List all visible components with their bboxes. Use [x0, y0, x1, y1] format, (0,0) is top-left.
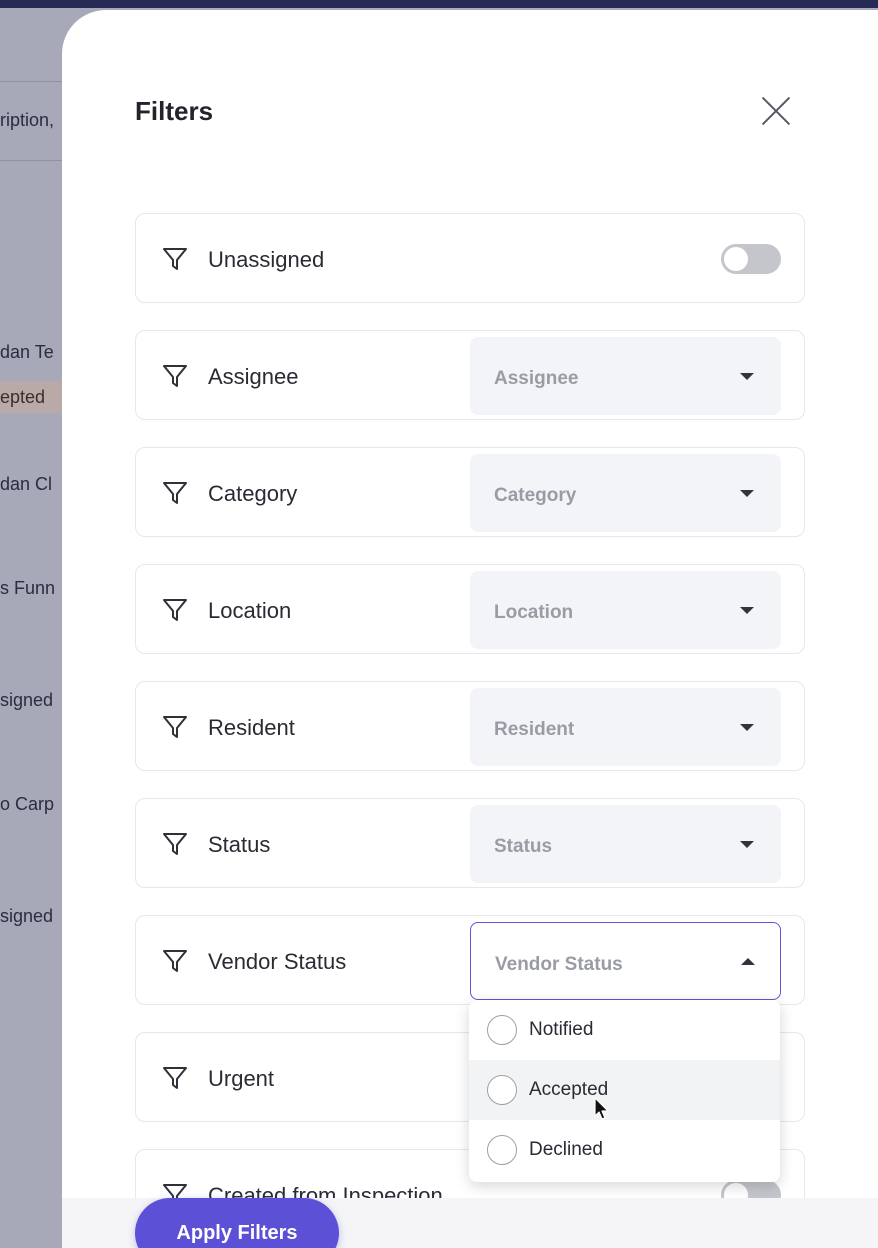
filters-modal: Filters Unassigned Assignee Assignee Cat…	[62, 10, 878, 1248]
select-placeholder: Resident	[494, 719, 575, 740]
option-label: Notified	[529, 1019, 594, 1040]
background-divider	[0, 160, 62, 161]
location-select[interactable]: Location	[470, 571, 781, 649]
select-placeholder: Status	[494, 836, 553, 857]
top-bar	[0, 0, 878, 8]
option-accepted[interactable]: Accepted	[469, 1060, 780, 1120]
filter-funnel-icon	[163, 599, 187, 621]
radio-icon[interactable]	[487, 1015, 517, 1045]
option-label: Declined	[529, 1139, 603, 1160]
toggle-knob	[724, 1183, 748, 1198]
filter-row-unassigned: Unassigned	[135, 213, 805, 303]
filter-funnel-icon	[163, 950, 187, 972]
filter-funnel-icon	[163, 248, 187, 270]
vendor-status-select[interactable]: Vendor Status	[470, 922, 781, 1000]
filter-label: Resident	[208, 715, 295, 740]
select-placeholder: Category	[494, 485, 577, 506]
assignee-select[interactable]: Assignee	[470, 337, 781, 415]
filter-row-resident: Resident Resident	[135, 681, 805, 771]
toggle-knob	[724, 247, 748, 271]
background-text: signed	[0, 906, 54, 926]
background-text: o Carp	[0, 794, 55, 814]
filter-funnel-icon	[163, 482, 187, 504]
filter-label: Status	[208, 832, 271, 857]
mouse-pointer-icon	[594, 1097, 609, 1120]
background-text: signed	[0, 690, 54, 710]
radio-icon[interactable]	[487, 1135, 517, 1165]
caret-up-icon	[741, 958, 755, 965]
unassigned-toggle[interactable]	[721, 244, 781, 274]
select-placeholder: Location	[494, 602, 574, 623]
filter-funnel-icon	[163, 716, 187, 738]
caret-down-icon	[740, 490, 754, 497]
radio-icon[interactable]	[487, 1075, 517, 1105]
filter-label: Category	[208, 481, 298, 506]
caret-down-icon	[740, 373, 754, 380]
status-select[interactable]: Status	[470, 805, 781, 883]
resident-select[interactable]: Resident	[470, 688, 781, 766]
filter-funnel-icon	[163, 1184, 187, 1198]
background-text: ription,	[0, 110, 55, 130]
background-badge-text: epted	[0, 387, 46, 407]
filter-funnel-icon	[163, 365, 187, 387]
close-icon[interactable]	[759, 94, 793, 128]
filter-row-category: Category Category	[135, 447, 805, 537]
filter-label: Location	[208, 598, 292, 623]
filter-row-vendor-status: Vendor Status Vendor Status	[135, 915, 805, 1005]
filter-funnel-icon	[163, 1067, 187, 1089]
filter-row-assignee: Assignee Assignee	[135, 330, 805, 420]
modal-title: Filters	[135, 96, 214, 126]
filter-label: Urgent	[208, 1066, 275, 1091]
caret-down-icon	[740, 841, 754, 848]
select-placeholder: Assignee	[494, 368, 579, 389]
vendor-status-dropdown: Notified Accepted Declined	[469, 1000, 780, 1182]
filter-label: Vendor Status	[208, 949, 347, 974]
caret-down-icon	[740, 607, 754, 614]
filter-funnel-icon	[163, 833, 187, 855]
option-declined[interactable]: Declined	[469, 1120, 780, 1180]
select-placeholder: Vendor Status	[495, 954, 623, 975]
apply-filters-button[interactable]: Apply Filters	[135, 1198, 339, 1248]
caret-down-icon	[740, 724, 754, 731]
filter-row-location: Location Location	[135, 564, 805, 654]
background-text: s Funn	[0, 578, 56, 598]
background-text: dan Te	[0, 342, 54, 362]
option-notified[interactable]: Notified	[469, 1000, 780, 1060]
background-status-badge: epted	[0, 381, 62, 413]
filters-scroll-area[interactable]: Filters Unassigned Assignee Assignee Cat…	[62, 10, 878, 1198]
filter-label: Assignee	[208, 364, 299, 389]
background-text: dan Cl	[0, 474, 53, 494]
filter-label: Unassigned	[208, 247, 325, 272]
created-from-inspection-toggle[interactable]	[721, 1180, 781, 1198]
background-divider	[0, 81, 62, 82]
filter-label: Created from Inspection	[208, 1183, 443, 1198]
filter-row-status: Status Status	[135, 798, 805, 888]
category-select[interactable]: Category	[470, 454, 781, 532]
